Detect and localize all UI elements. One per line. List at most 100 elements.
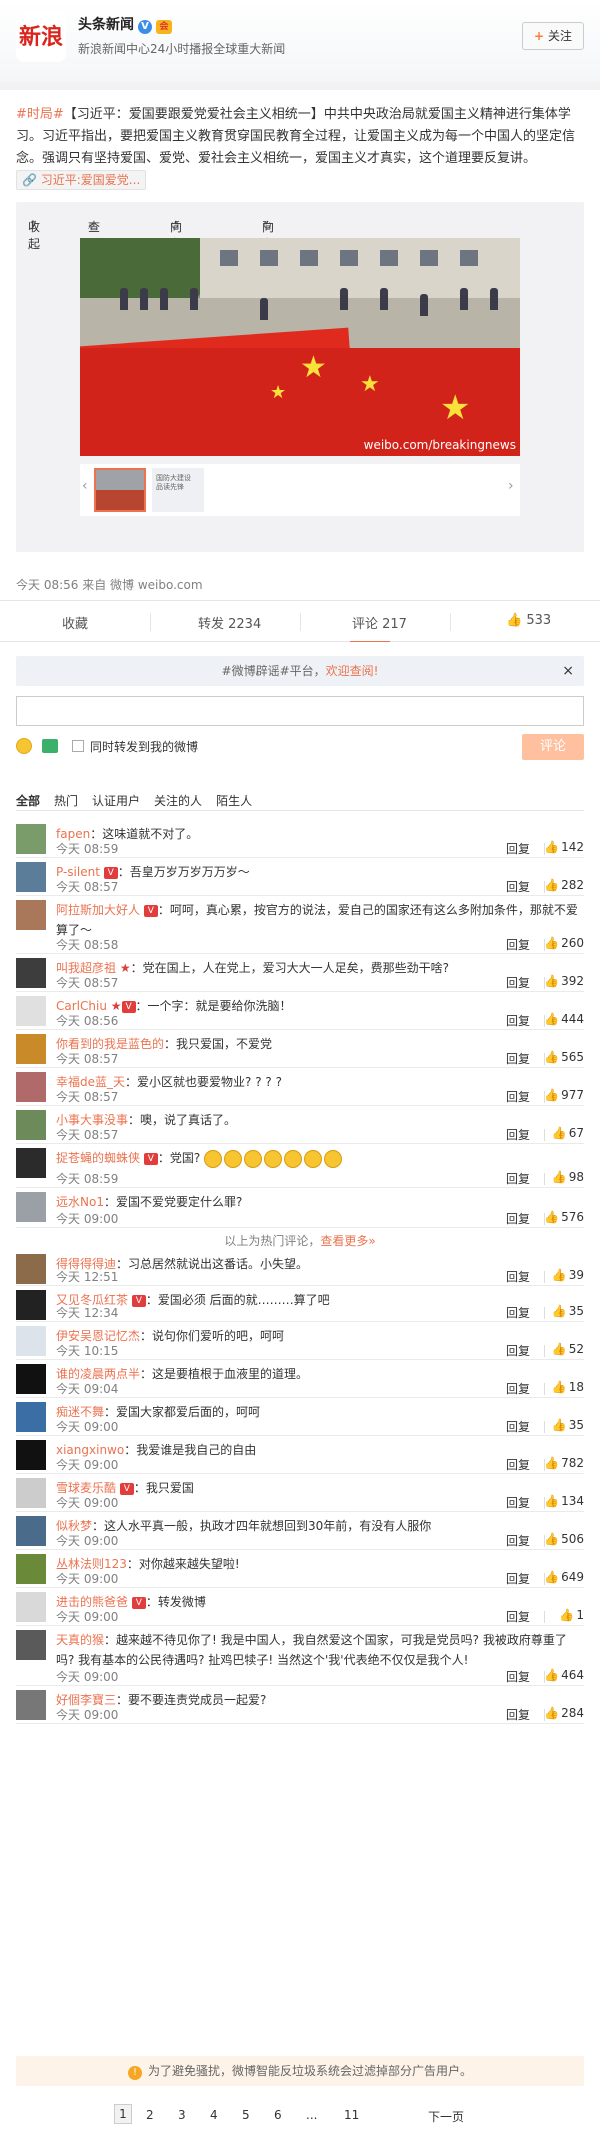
comment-username[interactable]: P-silent xyxy=(56,865,100,879)
comment-like-button[interactable]: 👍 282 xyxy=(530,878,584,892)
comment-like-button[interactable]: 👍 98 xyxy=(530,1170,584,1184)
reply-button[interactable]: 回复 xyxy=(506,936,530,953)
filter-all[interactable]: 全部 xyxy=(16,794,40,808)
next-page-link[interactable]: 下一页 xyxy=(428,2108,464,2125)
image-icon[interactable] xyxy=(42,739,58,753)
comment-username[interactable]: 天真的猴 xyxy=(56,1633,104,1647)
comment-username[interactable]: 幸福de蓝_天 xyxy=(56,1075,125,1089)
reply-button[interactable]: 回复 xyxy=(506,1012,530,1029)
comment-username[interactable]: CarlChiu xyxy=(56,999,107,1013)
comment-input[interactable] xyxy=(16,696,584,726)
reply-button[interactable]: 回复 xyxy=(506,840,530,857)
comment-like-button[interactable]: 👍 67 xyxy=(530,1126,584,1140)
page-link[interactable]: 11 xyxy=(344,2108,359,2122)
comment-like-button[interactable]: 👍 392 xyxy=(530,974,584,988)
avatar[interactable] xyxy=(16,958,46,988)
close-icon[interactable]: × xyxy=(562,656,574,686)
thumbnail-1[interactable] xyxy=(94,468,146,512)
emoji-icon[interactable] xyxy=(16,738,32,754)
comment-username[interactable]: 谁的凌晨两点半 xyxy=(56,1367,140,1381)
avatar[interactable] xyxy=(16,824,46,854)
page-link[interactable]: 2 xyxy=(146,2108,154,2122)
comment-tab-button[interactable]: 评论 217 xyxy=(352,613,407,632)
comment-username[interactable]: 伊安吴恩记忆杰 xyxy=(56,1329,140,1343)
submit-comment-button[interactable]: 评论 xyxy=(522,734,584,760)
thumbnail-2[interactable]: 国防大建设 品读先锋 xyxy=(152,468,204,512)
avatar[interactable] xyxy=(16,1690,46,1720)
comment-username[interactable]: 小事大事没事 xyxy=(56,1113,128,1127)
reply-button[interactable]: 回复 xyxy=(506,1706,530,1723)
page-link[interactable]: 3 xyxy=(178,2108,186,2122)
filter-hot[interactable]: 热门 xyxy=(54,794,78,808)
reply-button[interactable]: 回复 xyxy=(506,1126,530,1143)
avatar[interactable] xyxy=(16,1440,46,1470)
avatar[interactable] xyxy=(16,1110,46,1140)
topic-chip[interactable]: 🔗 习近平:爱国爱党... xyxy=(16,170,147,190)
avatar[interactable] xyxy=(16,862,46,892)
account-name[interactable]: 头条新闻 xyxy=(78,17,134,33)
avatar[interactable] xyxy=(16,900,46,930)
page-link[interactable]: 5 xyxy=(242,2108,250,2122)
avatar[interactable] xyxy=(16,1034,46,1064)
page-link[interactable]: 1 xyxy=(114,2104,132,2124)
filter-verified[interactable]: 认证用户 xyxy=(92,794,140,808)
topic-tag[interactable]: #时局# xyxy=(16,107,64,122)
page-link[interactable]: 4 xyxy=(210,2108,218,2122)
comment-username[interactable]: 捉苍蝇的蜘蛛侠 xyxy=(56,1151,140,1165)
repost-button[interactable]: 转发 2234 xyxy=(198,613,261,632)
comment-like-button[interactable]: 👍 284 xyxy=(530,1706,584,1720)
favorite-button[interactable]: 收藏 xyxy=(62,613,88,632)
comment-username[interactable]: xiangxinwo xyxy=(56,1443,124,1457)
comment-username[interactable]: 雪球麦乐酷 xyxy=(56,1481,116,1495)
like-button[interactable]: 👍 533 xyxy=(506,613,551,628)
avatar[interactable] xyxy=(16,1290,46,1320)
comment-like-button[interactable]: 👍 506 xyxy=(530,1532,584,1546)
page-link[interactable]: 6 xyxy=(274,2108,282,2122)
avatar[interactable] xyxy=(16,1516,46,1546)
repost-checkbox[interactable] xyxy=(72,740,84,752)
avatar[interactable] xyxy=(16,1148,46,1178)
reply-button[interactable]: 回复 xyxy=(506,1418,530,1435)
comment-like-button[interactable]: 👍 142 xyxy=(530,840,584,854)
comment-username[interactable]: 好個李寶三 xyxy=(56,1693,116,1707)
comment-username[interactable]: 阿拉斯加大好人 xyxy=(56,903,140,917)
comment-username[interactable]: 痴迷不舞 xyxy=(56,1405,104,1419)
comment-username[interactable]: 似秋梦 xyxy=(56,1519,92,1533)
comment-like-button[interactable]: 👍 1 xyxy=(530,1608,584,1622)
view-more-link[interactable]: 查看更多» xyxy=(320,1234,375,1248)
avatar[interactable] xyxy=(16,1554,46,1584)
chevron-left-icon[interactable]: ‹ xyxy=(82,478,92,502)
avatar[interactable] xyxy=(16,1402,46,1432)
sina-logo[interactable]: 新浪 xyxy=(16,12,66,62)
comment-username[interactable]: 进击的熊爸爸 xyxy=(56,1595,128,1609)
reply-button[interactable]: 回复 xyxy=(506,1380,530,1397)
comment-like-button[interactable]: 👍 18 xyxy=(530,1380,584,1394)
avatar[interactable] xyxy=(16,1192,46,1222)
notice-link[interactable]: 欢迎查阅! xyxy=(326,664,379,678)
reply-button[interactable]: 回复 xyxy=(506,878,530,895)
reply-button[interactable]: 回复 xyxy=(506,1170,530,1187)
comment-username[interactable]: fapen xyxy=(56,827,90,841)
filter-strangers[interactable]: 陌生人 xyxy=(216,794,252,808)
comment-like-button[interactable]: 👍 444 xyxy=(530,1012,584,1026)
comment-like-button[interactable]: 👍 464 xyxy=(530,1668,584,1682)
comment-like-button[interactable]: 👍 134 xyxy=(530,1494,584,1508)
avatar[interactable] xyxy=(16,1326,46,1356)
reply-button[interactable]: 回复 xyxy=(506,1494,530,1511)
avatar[interactable] xyxy=(16,1364,46,1394)
reply-button[interactable]: 回复 xyxy=(506,1456,530,1473)
chevron-right-icon[interactable]: › xyxy=(508,478,518,502)
comment-like-button[interactable]: 👍 39 xyxy=(530,1268,584,1282)
avatar[interactable] xyxy=(16,1630,46,1660)
avatar[interactable] xyxy=(16,1478,46,1508)
reply-button[interactable]: 回复 xyxy=(506,1532,530,1549)
comment-like-button[interactable]: 👍 260 xyxy=(530,936,584,950)
reply-button[interactable]: 回复 xyxy=(506,1342,530,1359)
comment-like-button[interactable]: 👍 35 xyxy=(530,1304,584,1318)
comment-like-button[interactable]: 👍 576 xyxy=(530,1210,584,1224)
comment-like-button[interactable]: 👍 977 xyxy=(530,1088,584,1102)
avatar[interactable] xyxy=(16,1254,46,1284)
reply-button[interactable]: 回复 xyxy=(506,974,530,991)
reply-button[interactable]: 回复 xyxy=(506,1050,530,1067)
reply-button[interactable]: 回复 xyxy=(506,1570,530,1587)
